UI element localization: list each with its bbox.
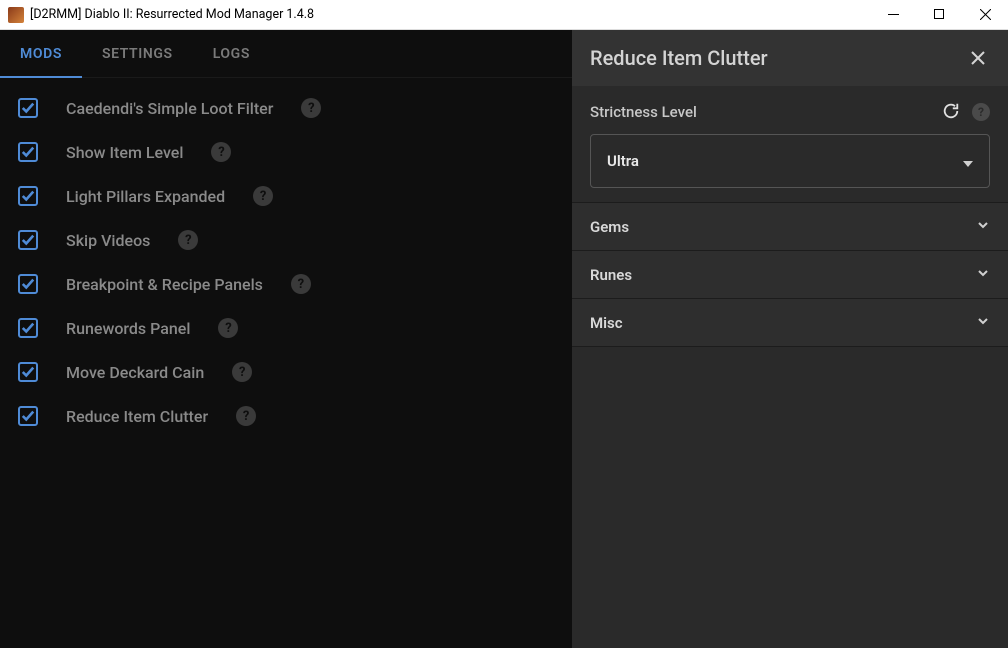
- accordion-runes[interactable]: Runes: [572, 250, 1008, 298]
- chevron-down-icon: [976, 217, 990, 236]
- mod-row[interactable]: Runewords Panel ?: [0, 306, 572, 350]
- left-pane: MODS SETTINGS LOGS Caedendi's Simple Loo…: [0, 30, 572, 648]
- help-icon[interactable]: ?: [972, 103, 990, 121]
- refresh-icon[interactable]: [942, 102, 962, 122]
- chevron-down-icon: [976, 313, 990, 332]
- panel-header: Reduce Item Clutter: [572, 30, 1008, 86]
- tab-settings[interactable]: SETTINGS: [82, 30, 193, 77]
- mod-name: Runewords Panel: [66, 319, 190, 338]
- help-icon[interactable]: ?: [211, 142, 231, 162]
- select-value: Ultra: [607, 152, 639, 170]
- mod-row[interactable]: Skip Videos ?: [0, 218, 572, 262]
- mod-row[interactable]: Caedendi's Simple Loot Filter ?: [0, 86, 572, 130]
- mod-row[interactable]: Light Pillars Expanded ?: [0, 174, 572, 218]
- tab-label: MODS: [20, 46, 62, 62]
- mod-row[interactable]: Move Deckard Cain ?: [0, 350, 572, 394]
- tab-mods[interactable]: MODS: [0, 30, 82, 77]
- app-icon: [8, 7, 24, 23]
- accordion-gems[interactable]: Gems: [572, 202, 1008, 250]
- mod-checkbox[interactable]: [18, 274, 38, 294]
- tabs: MODS SETTINGS LOGS: [0, 30, 572, 78]
- help-icon[interactable]: ?: [301, 98, 321, 118]
- panel-body: Strictness Level ? Ultra Gems: [572, 86, 1008, 648]
- chevron-down-icon: [976, 265, 990, 284]
- mod-name: Show Item Level: [66, 143, 183, 162]
- mod-checkbox[interactable]: [18, 362, 38, 382]
- help-icon[interactable]: ?: [232, 362, 252, 382]
- maximize-button[interactable]: [916, 0, 962, 30]
- help-icon[interactable]: ?: [178, 230, 198, 250]
- mod-checkbox[interactable]: [18, 98, 38, 118]
- empty-space: [572, 346, 1008, 347]
- field-label: Strictness Level: [590, 103, 697, 121]
- mod-name: Light Pillars Expanded: [66, 187, 225, 206]
- mod-checkbox[interactable]: [18, 318, 38, 338]
- close-button[interactable]: [962, 0, 1008, 30]
- mod-row[interactable]: Reduce Item Clutter ?: [0, 394, 572, 438]
- accordion-label: Gems: [590, 218, 629, 236]
- accordion-misc[interactable]: Misc: [572, 298, 1008, 346]
- mod-name: Breakpoint & Recipe Panels: [66, 275, 263, 294]
- close-panel-button[interactable]: [966, 46, 990, 70]
- panel-title: Reduce Item Clutter: [590, 46, 768, 70]
- mod-row[interactable]: Show Item Level ?: [0, 130, 572, 174]
- mod-checkbox[interactable]: [18, 186, 38, 206]
- field-strictness: Strictness Level ? Ultra: [572, 86, 1008, 202]
- mod-checkbox[interactable]: [18, 230, 38, 250]
- strictness-select[interactable]: Ultra: [590, 134, 990, 188]
- tab-label: SETTINGS: [102, 46, 173, 62]
- mod-name: Caedendi's Simple Loot Filter: [66, 99, 273, 118]
- mod-checkbox[interactable]: [18, 406, 38, 426]
- help-icon[interactable]: ?: [253, 186, 273, 206]
- help-icon[interactable]: ?: [218, 318, 238, 338]
- mod-name: Move Deckard Cain: [66, 363, 204, 382]
- mod-name: Skip Videos: [66, 231, 150, 250]
- tab-logs[interactable]: LOGS: [193, 30, 270, 77]
- mod-row[interactable]: Breakpoint & Recipe Panels ?: [0, 262, 572, 306]
- accordion-label: Misc: [590, 314, 623, 332]
- chevron-down-icon: [963, 152, 973, 171]
- mods-list: Caedendi's Simple Loot Filter ? Show Ite…: [0, 78, 572, 446]
- accordion-label: Runes: [590, 266, 632, 284]
- tab-label: LOGS: [213, 46, 250, 62]
- titlebar: [D2RMM] Diablo II: Resurrected Mod Manag…: [0, 0, 1008, 30]
- window-title: [D2RMM] Diablo II: Resurrected Mod Manag…: [30, 7, 870, 22]
- window-controls: [870, 0, 1008, 30]
- help-icon[interactable]: ?: [291, 274, 311, 294]
- minimize-button[interactable]: [870, 0, 916, 30]
- mod-checkbox[interactable]: [18, 142, 38, 162]
- help-icon[interactable]: ?: [236, 406, 256, 426]
- mod-name: Reduce Item Clutter: [66, 407, 208, 426]
- app-body: MODS SETTINGS LOGS Caedendi's Simple Loo…: [0, 30, 1008, 648]
- right-pane: Reduce Item Clutter Strictness Level ?: [572, 30, 1008, 648]
